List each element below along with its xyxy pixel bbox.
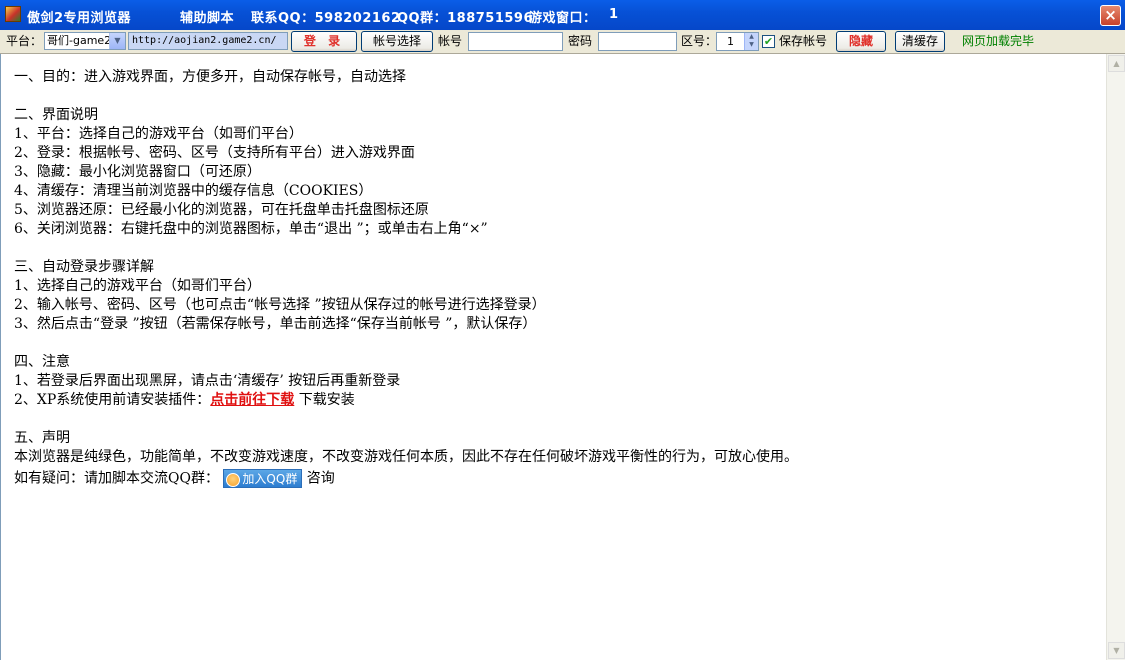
platform-select[interactable]: 哥们-game2 ▼ bbox=[44, 32, 126, 50]
zone-value: 1 bbox=[727, 35, 734, 48]
title-bar: 傲剑2专用浏览器 辅助脚本 联系QQ：598202162 QQ群：1887515… bbox=[0, 0, 1125, 30]
platform-value: 哥们-game2 bbox=[47, 34, 112, 47]
section-4-title: 四、注意 bbox=[14, 354, 70, 370]
toolbar: 平台： 哥们-game2 ▼ http://aojian2.game2.cn/ … bbox=[0, 30, 1125, 54]
qq-contact-line: 如有疑问：请加脚本交流QQ群： 加入QQ群 咨询 bbox=[14, 469, 798, 488]
list-item: 2、XP系统使用前请安装插件：点击前往下载 下载安装 bbox=[14, 391, 798, 410]
zone-label: 区号： bbox=[681, 34, 718, 48]
password-label: 密码 bbox=[568, 34, 593, 48]
statement-text: 本浏览器是纯绿色，功能简单，不改变游戏速度，不改变游戏任何本质，因此不存在任何破… bbox=[14, 449, 798, 465]
section-2-title: 二、界面说明 bbox=[14, 107, 98, 123]
scroll-up-icon[interactable]: ▲ bbox=[1108, 55, 1125, 72]
section-1-title: 一、目的：进入游戏界面，方便多开，自动保存帐号，自动选择 bbox=[14, 69, 406, 85]
stepper-arrows-icon[interactable]: ▲ ▼ bbox=[744, 33, 758, 50]
qq-penguin-icon bbox=[226, 472, 241, 487]
plugin-note: 2、XP系统使用前请安装插件： bbox=[14, 392, 211, 408]
list-item: 5、浏览器还原：已经最小化的浏览器，可在托盘单击托盘图标还原 bbox=[14, 202, 429, 218]
account-select-button[interactable]: 帐号选择 bbox=[361, 31, 433, 52]
web-content: 一、目的：进入游戏界面，方便多开，自动保存帐号，自动选择 二、界面说明 1、平台… bbox=[0, 54, 1106, 660]
vertical-scrollbar[interactable]: ▲ ▼ bbox=[1106, 54, 1125, 660]
zone-stepper[interactable]: 1 ▲ ▼ bbox=[716, 32, 759, 51]
download-link[interactable]: 点击前往下载 bbox=[210, 392, 294, 408]
qq-group: QQ群：188751596 bbox=[397, 11, 534, 26]
app-icon bbox=[5, 6, 21, 22]
save-account-checkbox[interactable]: ✔ bbox=[762, 35, 775, 48]
download-suffix: 下载安装 bbox=[294, 392, 355, 408]
scroll-down-icon[interactable]: ▼ bbox=[1108, 642, 1125, 659]
list-item: 1、平台：选择自己的游戏平台（如哥们平台） bbox=[14, 126, 303, 142]
status-text: 网页加载完毕 bbox=[962, 34, 1035, 48]
section-5-title: 五、声明 bbox=[14, 430, 70, 446]
hide-button[interactable]: 隐藏 bbox=[836, 31, 886, 52]
list-item: 1、选择自己的游戏平台（如哥们平台） bbox=[14, 278, 261, 294]
qq-badge-label: 加入QQ群 bbox=[242, 472, 298, 486]
list-item: 1、若登录后界面出现黑屏，请点击‘清缓存’ 按钮后再重新登录 bbox=[14, 373, 401, 389]
list-item: 3、隐藏：最小化浏览器窗口（可还原） bbox=[14, 164, 261, 180]
list-item: 6、关闭浏览器：右键托盘中的浏览器图标，单击“退出 ”；或单击右上角“×” bbox=[14, 221, 488, 237]
window-title: 傲剑2专用浏览器 bbox=[27, 11, 132, 26]
close-button[interactable]: × bbox=[1100, 5, 1121, 26]
qq-prefix: 如有疑问：请加脚本交流QQ群： bbox=[14, 470, 219, 487]
save-account-label: 保存帐号 bbox=[779, 34, 828, 48]
login-button[interactable]: 登 录 bbox=[291, 31, 357, 52]
url-field[interactable]: http://aojian2.game2.cn/ bbox=[128, 32, 288, 50]
list-item: 2、输入帐号、密码、区号（也可点击“帐号选择 ”按钮从保存过的帐号进行选择登录） bbox=[14, 297, 546, 313]
password-input[interactable] bbox=[598, 32, 677, 51]
chevron-down-icon: ▼ bbox=[109, 33, 125, 49]
section-3-title: 三、自动登录步骤详解 bbox=[14, 259, 154, 275]
instructions: 一、目的：进入游戏界面，方便多开，自动保存帐号，自动选择 二、界面说明 1、平台… bbox=[14, 68, 798, 488]
clear-cache-button[interactable]: 清缓存 bbox=[895, 31, 945, 52]
game-window-count: 1 bbox=[609, 7, 619, 22]
account-label: 帐号 bbox=[438, 34, 463, 48]
contact-qq: 联系QQ：598202162 bbox=[251, 11, 401, 26]
list-item: 2、登录：根据帐号、密码、区号（支持所有平台）进入游戏界面 bbox=[14, 145, 415, 161]
game-window-label: 游戏窗口： bbox=[529, 11, 597, 26]
close-icon: × bbox=[1104, 6, 1117, 24]
helper-label: 辅助脚本 bbox=[180, 11, 235, 26]
qq-suffix: 咨询 bbox=[302, 470, 335, 487]
account-input[interactable] bbox=[468, 32, 563, 51]
platform-label: 平台： bbox=[6, 34, 43, 48]
list-item: 3、然后点击“登录 ”按钮（若需保存帐号，单击前选择“保存当前帐号 ”，默认保存… bbox=[14, 316, 537, 332]
list-item: 4、清缓存：清理当前浏览器中的缓存信息（COOKIES） bbox=[14, 183, 373, 199]
join-qq-group-button[interactable]: 加入QQ群 bbox=[223, 469, 303, 488]
